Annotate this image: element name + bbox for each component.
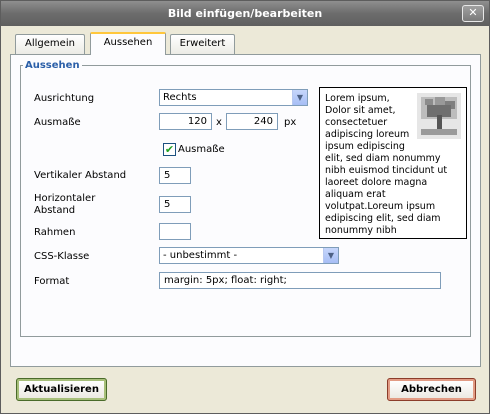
style-label: Format — [34, 276, 70, 287]
tab-label: Erweitert — [179, 38, 226, 49]
border-label: Rahmen — [34, 227, 76, 238]
constrain-checkbox[interactable]: ✔ — [163, 143, 176, 156]
hspace-input[interactable]: 5 — [159, 196, 191, 213]
close-button[interactable]: ✕ — [462, 5, 484, 22]
border-input[interactable] — [159, 223, 191, 240]
cancel-button[interactable]: Abbrechen — [387, 378, 476, 401]
tab-panel: Aussehen Ausrichtung Rechts ▼ Ausmaße 12… — [10, 54, 481, 367]
tab-label: Allgemein — [25, 38, 75, 49]
css-class-value: - unbestimmt - — [163, 250, 238, 261]
cancel-button-label: Abbrechen — [401, 384, 462, 395]
close-icon: ✕ — [468, 6, 478, 19]
width-input[interactable]: 120 — [159, 113, 212, 130]
alignment-value: Rechts — [163, 92, 197, 103]
constrain-label: Ausmaße — [178, 144, 225, 155]
update-button[interactable]: Aktualisieren — [16, 378, 107, 401]
dialog-window: Bild einfügen/bearbeiten ✕ Allgemein Aus… — [0, 0, 490, 414]
alignment-label: Ausrichtung — [34, 93, 95, 104]
title-bar[interactable]: Bild einfügen/bearbeiten ✕ — [1, 1, 489, 26]
css-class-label: CSS-Klasse — [34, 251, 90, 262]
chevron-down-icon[interactable]: ▼ — [323, 248, 338, 263]
preview-image-icon — [417, 93, 461, 139]
checkmark-icon: ✔ — [164, 143, 175, 156]
vspace-label: Vertikaler Abstand — [34, 170, 127, 181]
tab-erweitert[interactable]: Erweitert — [170, 34, 235, 54]
style-input[interactable]: margin: 5px; float: right; — [159, 272, 441, 289]
dimension-separator: x — [216, 117, 222, 128]
vspace-input[interactable]: 5 — [159, 167, 191, 184]
css-class-select[interactable]: - unbestimmt - ▼ — [159, 247, 339, 264]
appearance-fieldset: Aussehen Ausrichtung Rechts ▼ Ausmaße 12… — [20, 60, 471, 337]
hspace-label-line2: Abstand — [34, 205, 76, 216]
dialog-title: Bild einfügen/bearbeiten — [167, 7, 323, 20]
hspace-label-line1: Horizontaler — [34, 193, 96, 204]
chevron-down-icon[interactable]: ▼ — [292, 90, 307, 105]
tab-allgemein[interactable]: Allgemein — [15, 34, 85, 54]
alignment-select[interactable]: Rechts ▼ — [159, 89, 308, 106]
height-input[interactable]: 240 — [226, 113, 278, 130]
update-button-label: Aktualisieren — [24, 384, 99, 395]
preview-box: Lorem ipsum, Dolor sit amet, consectetue… — [319, 87, 467, 239]
tab-aussehen[interactable]: Aussehen — [90, 32, 166, 55]
dimensions-label: Ausmaße — [34, 117, 81, 128]
tab-label: Aussehen — [103, 37, 153, 48]
appearance-legend: Aussehen — [25, 60, 80, 71]
dimension-unit: px — [284, 117, 297, 128]
